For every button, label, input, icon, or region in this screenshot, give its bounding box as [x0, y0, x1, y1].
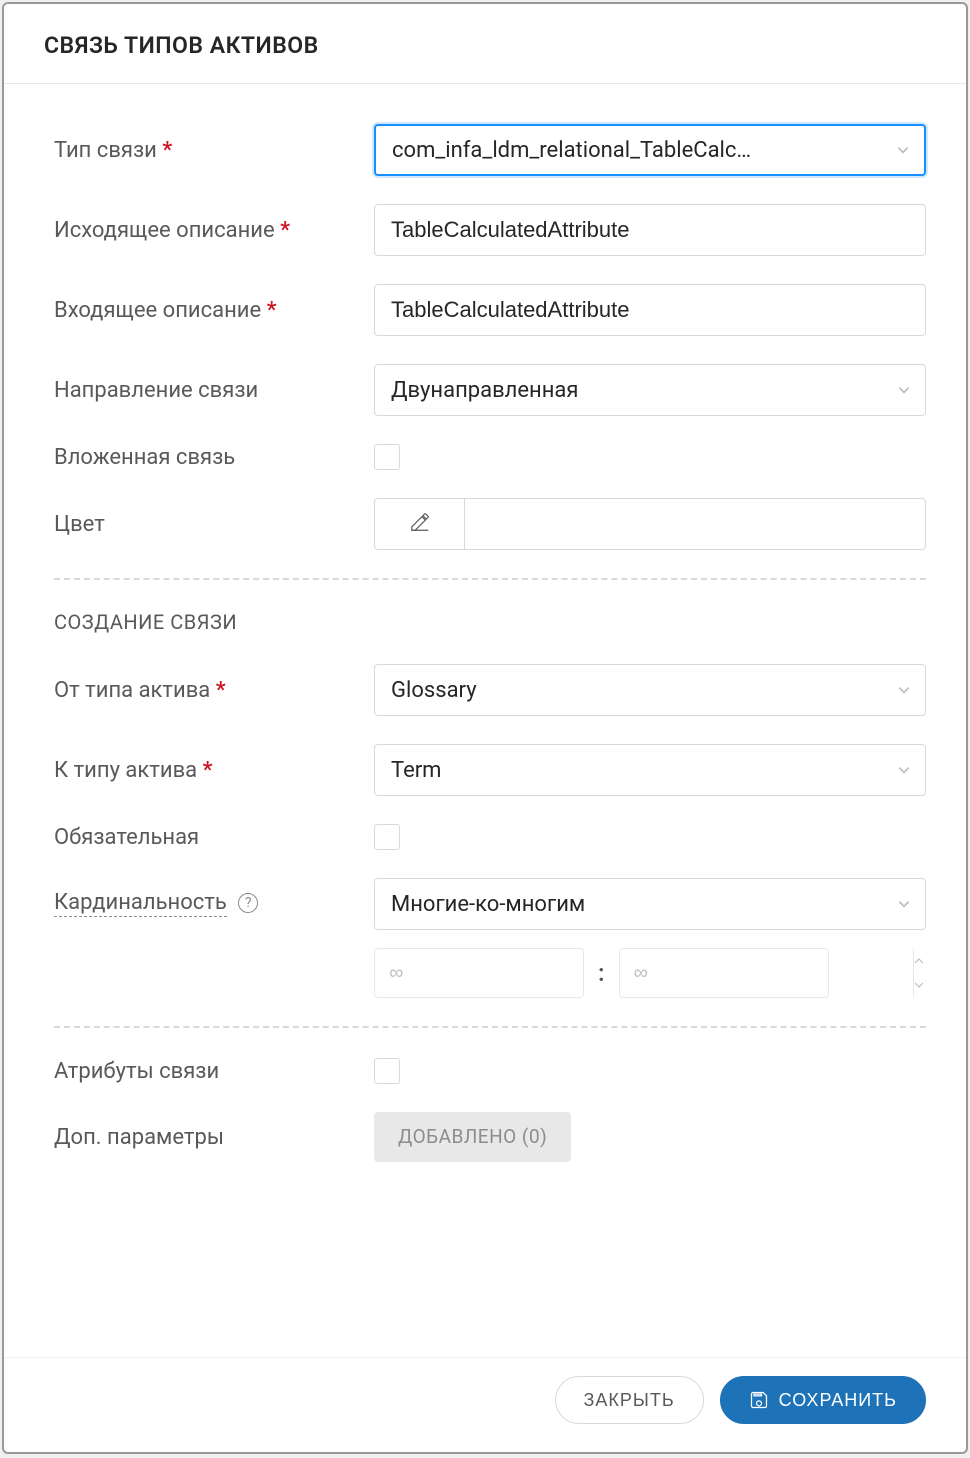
divider: [54, 578, 926, 580]
row-color: Цвет: [54, 498, 926, 550]
row-incoming-desc: Входящее описание: [54, 284, 926, 336]
select-to-asset-value: Term: [391, 758, 441, 783]
pencil-icon: [409, 511, 431, 537]
modal-body: Тип связи com_infa_ldm_relational_TableC…: [4, 84, 966, 1357]
label-outgoing-desc: Исходящее описание: [54, 218, 374, 243]
save-button[interactable]: СОХРАНИТЬ: [720, 1376, 926, 1424]
range-separator: :: [598, 959, 605, 987]
added-count-button[interactable]: ДОБАВЛЕНО (0): [374, 1112, 571, 1162]
help-icon[interactable]: ?: [238, 893, 258, 913]
checkbox-relation-attrs[interactable]: [374, 1058, 400, 1084]
select-from-asset-value: Glossary: [391, 678, 477, 703]
input-outgoing-desc[interactable]: [374, 204, 926, 256]
label-to-asset: К типу актива: [54, 758, 374, 783]
select-direction-value: Двунаправленная: [391, 378, 578, 403]
select-to-asset[interactable]: Term: [374, 744, 926, 796]
label-incoming-desc: Входящее описание: [54, 298, 374, 323]
close-button[interactable]: ЗАКРЫТЬ: [555, 1376, 704, 1424]
color-edit-button[interactable]: [374, 498, 464, 550]
row-outgoing-desc: Исходящее описание: [54, 204, 926, 256]
label-nested: Вложенная связь: [54, 445, 374, 470]
save-button-label: СОХРАНИТЬ: [779, 1390, 897, 1411]
chevron-down-icon: [897, 383, 911, 397]
chevron-down-icon: [897, 897, 911, 911]
label-relation-type: Тип связи: [54, 138, 374, 163]
save-icon: [749, 1390, 769, 1410]
select-cardinality-value: Многие-ко-многим: [391, 892, 585, 917]
spinner-down-icon[interactable]: [914, 973, 924, 997]
label-color: Цвет: [54, 512, 374, 537]
label-relation-attrs: Атрибуты связи: [54, 1059, 374, 1084]
row-mandatory: Обязательная: [54, 824, 926, 850]
row-nested: Вложенная связь: [54, 444, 926, 470]
cardinality-from[interactable]: [374, 948, 584, 998]
select-relation-type-value: com_infa_ldm_relational_TableCalc…: [392, 138, 751, 163]
checkbox-mandatory[interactable]: [374, 824, 400, 850]
label-mandatory: Обязательная: [54, 825, 374, 850]
row-from-asset: От типа актива Glossary: [54, 664, 926, 716]
select-from-asset[interactable]: Glossary: [374, 664, 926, 716]
row-to-asset: К типу актива Term: [54, 744, 926, 796]
cardinality-range: :: [374, 948, 926, 998]
chevron-down-icon: [897, 763, 911, 777]
chevron-down-icon: [896, 143, 910, 157]
select-direction[interactable]: Двунаправленная: [374, 364, 926, 416]
row-cardinality: Кардинальность ? Многие-ко-многим: [54, 878, 926, 998]
modal-footer: ЗАКРЫТЬ СОХРАНИТЬ: [4, 1357, 966, 1452]
asset-relation-modal: СВЯЗЬ ТИПОВ АКТИВОВ Тип связи com_infa_l…: [2, 2, 968, 1454]
label-direction: Направление связи: [54, 378, 374, 403]
modal-title: СВЯЗЬ ТИПОВ АКТИВОВ: [44, 32, 926, 59]
row-relation-attrs: Атрибуты связи: [54, 1058, 926, 1084]
chevron-down-icon: [897, 683, 911, 697]
label-cardinality: Кардинальность ?: [54, 878, 374, 915]
label-cardinality-text: Кардинальность: [54, 890, 227, 917]
row-extra-params: Доп. параметры ДОБАВЛЕНО (0): [54, 1112, 926, 1162]
spinner-up-icon[interactable]: [914, 949, 924, 973]
cardinality-to[interactable]: [619, 948, 829, 998]
input-incoming-desc[interactable]: [374, 284, 926, 336]
row-direction: Направление связи Двунаправленная: [54, 364, 926, 416]
select-cardinality[interactable]: Многие-ко-многим: [374, 878, 926, 930]
section-title-create: СОЗДАНИЕ СВЯЗИ: [54, 610, 926, 634]
label-from-asset: От типа актива: [54, 678, 374, 703]
row-relation-type: Тип связи com_infa_ldm_relational_TableC…: [54, 124, 926, 176]
checkbox-nested[interactable]: [374, 444, 400, 470]
cardinality-to-field[interactable]: [620, 949, 913, 997]
color-swatch-input[interactable]: [464, 498, 926, 550]
modal-header: СВЯЗЬ ТИПОВ АКТИВОВ: [4, 4, 966, 84]
select-relation-type[interactable]: com_infa_ldm_relational_TableCalc…: [374, 124, 926, 176]
label-extra-params: Доп. параметры: [54, 1125, 374, 1150]
divider: [54, 1026, 926, 1028]
